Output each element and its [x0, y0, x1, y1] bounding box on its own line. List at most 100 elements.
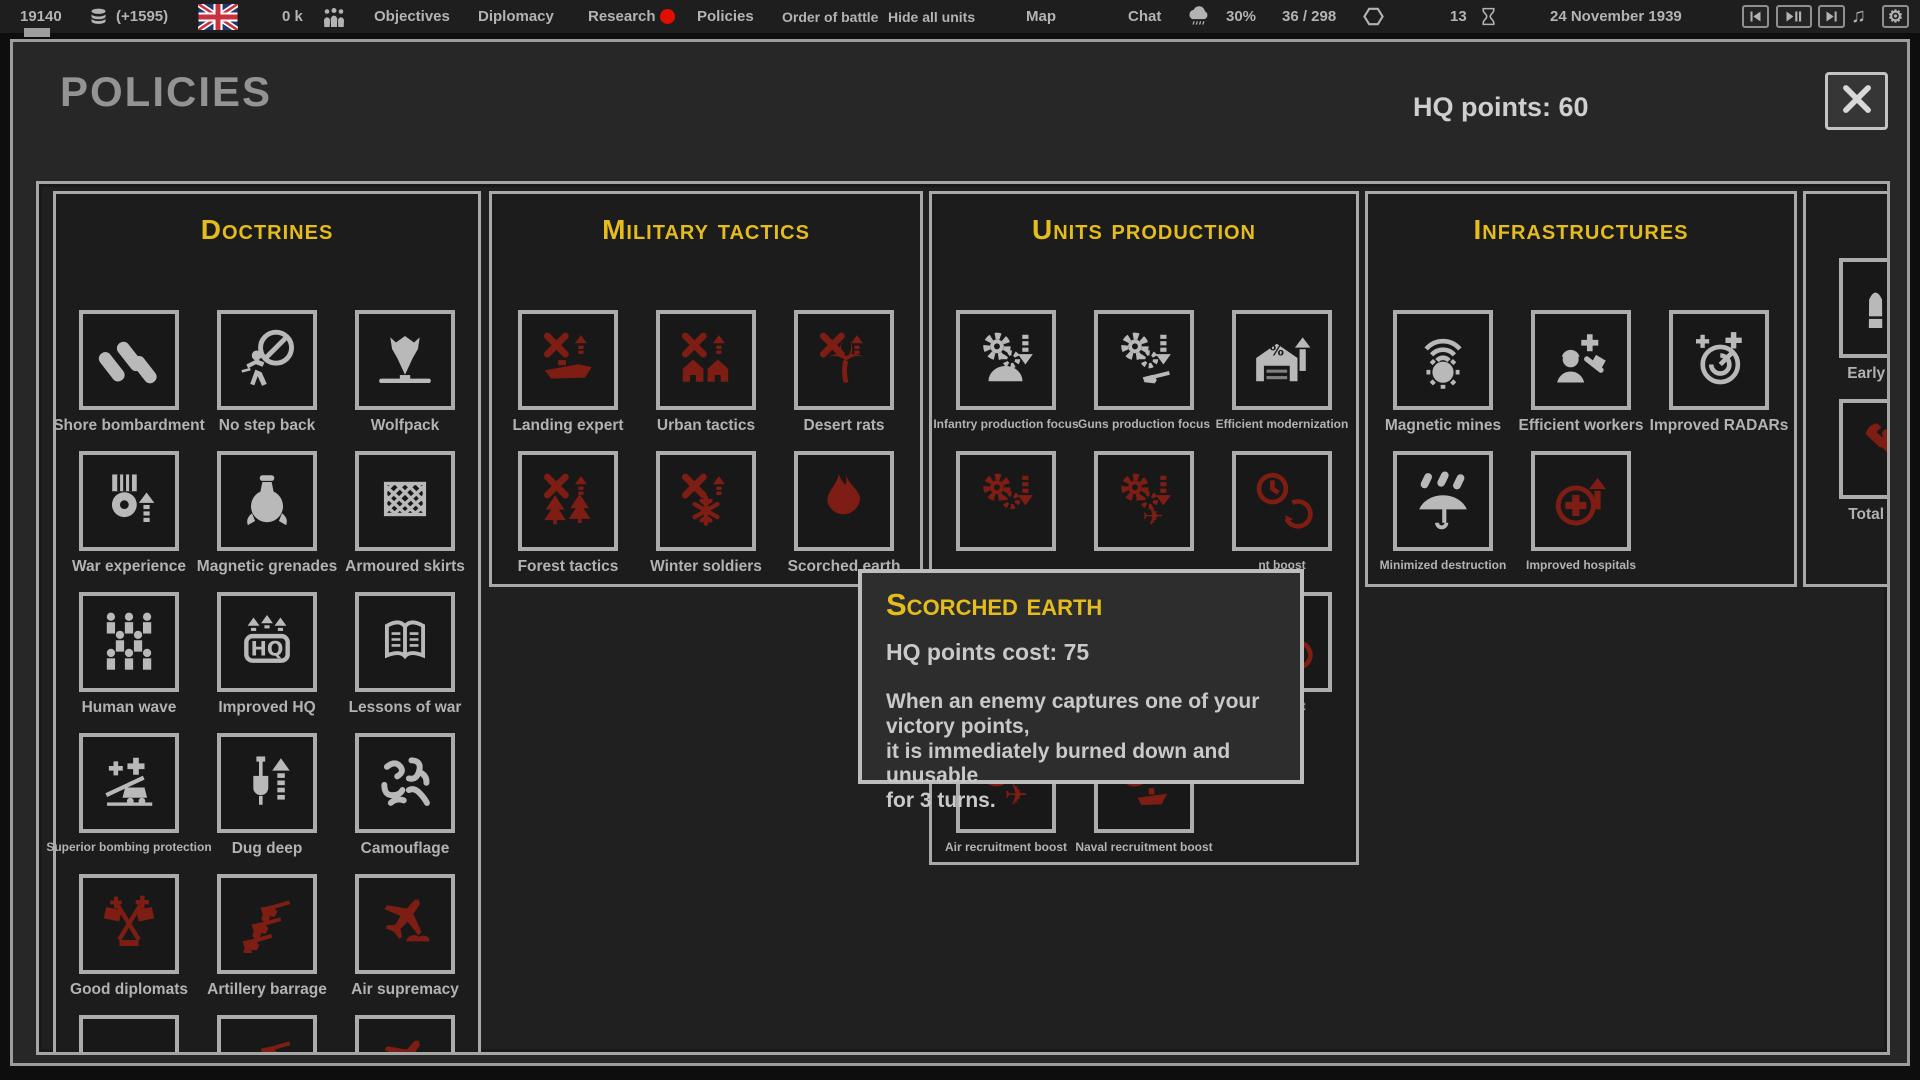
policy-button[interactable]: % — [1232, 310, 1332, 410]
policy-button[interactable] — [79, 874, 179, 974]
policy-button[interactable] — [1393, 451, 1493, 551]
policy-label: Winter soldiers — [650, 558, 762, 575]
policy-button[interactable] — [355, 451, 455, 551]
menu-map[interactable]: Map — [1026, 0, 1056, 33]
menu-policies[interactable]: Policies — [697, 0, 754, 33]
skip-back-button[interactable] — [1742, 0, 1769, 33]
policy-slot: Forest tactics — [499, 451, 637, 592]
menu-chat[interactable]: Chat — [1128, 0, 1161, 33]
shells-icon — [98, 327, 160, 394]
policy-slot: Total mobil — [1820, 399, 1887, 540]
menu-order-of-battle[interactable]: Order of battle — [782, 0, 878, 33]
policy-button[interactable] — [79, 1015, 179, 1052]
policy-button[interactable] — [1393, 310, 1493, 410]
skip-forward-button[interactable] — [1818, 0, 1845, 33]
policy-button[interactable] — [79, 310, 179, 410]
menu-research[interactable]: Research — [588, 0, 656, 33]
policy-label: Forest tactics — [517, 558, 619, 575]
tooltip-description: When an enemy captures one of your victo… — [886, 690, 1260, 813]
policy-button[interactable] — [79, 451, 179, 551]
policy-button[interactable]: HQ — [217, 592, 317, 692]
policy-button[interactable] — [518, 451, 618, 551]
policy-button[interactable] — [956, 310, 1056, 410]
hourglass-icon — [1478, 0, 1499, 33]
policy-button[interactable] — [355, 1015, 455, 1052]
gears-down-icon — [975, 468, 1037, 535]
policy-button[interactable] — [1669, 310, 1769, 410]
uk-flag-icon — [198, 0, 238, 33]
units-count: 36 / 298 — [1282, 8, 1337, 25]
policy-button[interactable] — [217, 1015, 317, 1052]
policy-button[interactable] — [518, 310, 618, 410]
flame-icon — [813, 468, 875, 535]
policy-button[interactable] — [79, 592, 179, 692]
rain-cloud-icon — [1186, 0, 1212, 33]
policy-slot: Camouflage — [336, 733, 474, 874]
policy-button[interactable] — [1531, 310, 1631, 410]
weather-percent: 30% — [1226, 8, 1257, 25]
policy-button[interactable] — [1232, 451, 1332, 551]
policy-button[interactable] — [656, 451, 756, 551]
close-button[interactable] — [1825, 72, 1888, 130]
policy-slot: Armoured skirts — [336, 451, 474, 592]
policy-slot: Good diplomats — [60, 874, 198, 1015]
panel-military-tactics: Military tactics Landing expert Urban tac… — [489, 191, 923, 587]
policy-button[interactable] — [217, 310, 317, 410]
policy-button[interactable] — [79, 733, 179, 833]
settings-gear-button[interactable]: ⚙ — [1882, 0, 1909, 33]
policy-button[interactable] — [217, 874, 317, 974]
policy-button[interactable] — [1531, 451, 1631, 551]
policy-label: Armoured skirts — [345, 558, 465, 575]
svg-text:✈: ✈ — [1142, 501, 1164, 529]
crowd-icon — [98, 609, 160, 676]
policy-button[interactable] — [355, 733, 455, 833]
policy-button[interactable] — [355, 874, 455, 974]
policy-button[interactable] — [956, 451, 1056, 551]
menu-diplomacy[interactable]: Diplomacy — [478, 0, 554, 33]
menu-hide-all-units[interactable]: Hide all units — [888, 0, 975, 33]
coins-icon — [88, 0, 109, 33]
policy-button[interactable] — [1839, 258, 1887, 358]
gears-down-plane-icon: ✈ — [1113, 468, 1175, 535]
policy-slot: Superior bombing protection — [46, 733, 212, 874]
policy-label: Improved HQ — [218, 699, 316, 716]
policy-slot: Guns production focus — [1075, 310, 1213, 451]
page-title: POLICIES — [60, 68, 273, 115]
mine-waves-icon — [1412, 327, 1474, 394]
policy-button[interactable] — [355, 310, 455, 410]
policy-slot: Winter soldiers — [637, 451, 775, 592]
policy-slot — [198, 1015, 336, 1052]
policy-button[interactable] — [794, 451, 894, 551]
medal-up-icon — [98, 468, 160, 535]
panel-doctrines: Doctrines Shore bombardment No step back W… — [46, 191, 481, 1052]
policy-button[interactable] — [217, 451, 317, 551]
policy-label: Infantry production focus — [933, 417, 1079, 431]
music-note-button[interactable]: ♫ — [1851, 0, 1866, 33]
play-pause-button[interactable] — [1776, 0, 1812, 33]
policy-button[interactable] — [355, 592, 455, 692]
gears-down-gun-icon — [1113, 327, 1175, 394]
people-icon — [322, 0, 346, 33]
turn-number: 13 — [1450, 8, 1467, 25]
policy-slot: Air supremacy — [336, 874, 474, 1015]
policy-button[interactable]: ✈ — [1094, 451, 1194, 551]
policy-slot: Desert rats — [775, 310, 913, 451]
svg-text:%: % — [1270, 343, 1284, 359]
policy-button[interactable] — [1839, 399, 1887, 499]
policy-button[interactable] — [656, 310, 756, 410]
policy-button[interactable] — [794, 310, 894, 410]
panel-title-military-tactics: Military tactics — [602, 214, 810, 245]
policy-label: No step back — [218, 417, 316, 434]
x-snow-icon — [675, 468, 737, 535]
policy-slot: Human wave — [60, 592, 198, 733]
policy-slot: Dug deep — [198, 733, 336, 874]
policy-label: Air supremacy — [351, 981, 459, 998]
policy-button[interactable] — [1094, 310, 1194, 410]
policy-label: Improved RADARs — [1649, 417, 1789, 434]
policy-button[interactable] — [217, 733, 317, 833]
policy-label: Air recruitment boost — [944, 840, 1067, 854]
menu-objectives[interactable]: Objectives — [374, 0, 450, 33]
policy-slot: Shore bombardment — [53, 310, 205, 451]
garage-up-icon: % — [1251, 327, 1313, 394]
policy-slot — [60, 1015, 198, 1052]
